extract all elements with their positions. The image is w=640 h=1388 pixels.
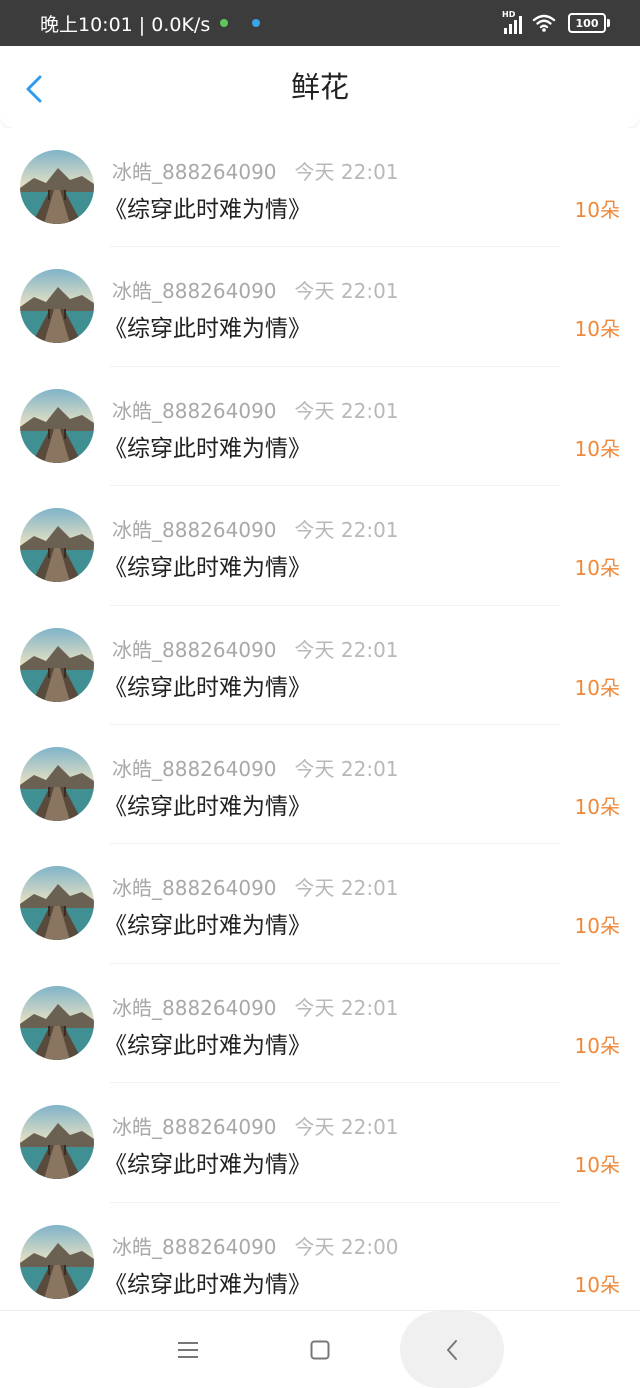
status-right: HD 100 [502,0,610,46]
username: 冰皓_888264090 [112,518,277,543]
signal-icon: HD [502,10,522,34]
book-title: 《综穿此时难为情》 [104,793,311,820]
item-meta: 冰皓_888264090 今天 22:01 [112,395,399,424]
book-title: 《综穿此时难为情》 [104,555,311,582]
username: 冰皓_888264090 [112,995,277,1020]
status-left: 晚上10:01 | 0.0K/s [40,0,261,46]
timestamp: 今天 22:01 [294,637,399,662]
avatar[interactable] [20,388,94,463]
timestamp: 今天 22:01 [294,995,399,1020]
page-title: 鲜花 [290,70,349,104]
book-title: 《综穿此时难为情》 [104,674,311,701]
flower-count: 10朵 [574,317,620,342]
list-item[interactable]: 冰皓_888264090 今天 22:01 《综穿此时难为情》 10朵 [0,844,640,964]
back-chevron-icon [447,1339,457,1360]
timestamp: 今天 22:01 [294,398,399,423]
item-meta: 冰皓_888264090 今天 22:01 [112,1111,399,1140]
item-meta: 冰皓_888264090 今天 22:01 [112,753,399,782]
list-item[interactable]: 冰皓_888264090 今天 22:01 《综穿此时难为情》 10朵 [0,486,640,606]
book-title: 《综穿此时难为情》 [104,1152,311,1179]
timestamp: 今天 22:01 [294,756,399,781]
flower-count: 10朵 [574,436,620,461]
flower-count: 10朵 [574,914,620,939]
avatar[interactable] [20,508,94,583]
timestamp: 今天 22:01 [294,1115,399,1140]
item-meta: 冰皓_888264090 今天 22:00 [112,1231,399,1260]
timestamp: 今天 22:01 [294,518,399,543]
list-item[interactable]: 冰皓_888264090 今天 22:01 《综穿此时难为情》 10朵 [0,1083,640,1203]
system-nav-bar [0,1310,640,1388]
list-item[interactable]: 冰皓_888264090 今天 22:00 《综穿此时难为情》 10朵 [0,1202,640,1322]
username: 冰皓_888264090 [112,1115,277,1140]
timestamp: 今天 22:01 [294,279,399,304]
battery-icon: 100 [568,13,610,33]
book-title: 《综穿此时难为情》 [104,435,311,462]
username: 冰皓_888264090 [112,398,277,423]
blue-dot-icon [252,19,261,27]
menu-icon [178,1341,198,1358]
avatar[interactable] [20,269,94,344]
header-bar: 鲜花 [0,46,640,129]
item-meta: 冰皓_888264090 今天 22:01 [112,992,399,1021]
list-item[interactable]: 冰皓_888264090 今天 22:01 《综穿此时难为情》 10朵 [0,366,640,487]
list-item[interactable]: 冰皓_888264090 今天 22:01 《综穿此时难为情》 10朵 [0,128,640,248]
item-meta: 冰皓_888264090 今天 22:01 [112,514,399,543]
item-meta: 冰皓_888264090 今天 22:01 [112,156,399,185]
list-item[interactable]: 冰皓_888264090 今天 22:01 《综穿此时难为情》 10朵 [0,963,640,1084]
username: 冰皓_888264090 [112,876,277,901]
username: 冰皓_888264090 [112,756,277,781]
timestamp: 今天 22:00 [294,1234,399,1259]
book-title: 《综穿此时难为情》 [104,197,311,223]
avatar[interactable] [20,1224,94,1299]
item-meta: 冰皓_888264090 今天 22:01 [112,275,399,304]
book-title: 《综穿此时难为情》 [104,316,311,343]
timestamp: 今天 22:01 [294,160,399,184]
flower-count: 10朵 [574,1033,620,1058]
wifi-icon [532,14,556,32]
flower-count: 10朵 [574,1272,620,1297]
hd-label: HD [502,10,516,19]
status-time-speed: 晚上10:01 | 0.0K/s [40,13,211,36]
book-title: 《综穿此时难为情》 [104,1271,311,1298]
flower-list: 冰皓_888264090 今天 22:01 《综穿此时难为情》 10朵 冰皓_88… [0,128,640,1322]
username: 冰皓_888264090 [112,160,277,184]
home-square-icon [310,1340,330,1359]
list-item[interactable]: 冰皓_888264090 今天 22:01 《综穿此时难为情》 10朵 [0,247,640,367]
home-button[interactable] [300,1311,340,1388]
book-title: 《综穿此时难为情》 [104,913,311,940]
username: 冰皓_888264090 [112,279,277,304]
username: 冰皓_888264090 [112,1234,277,1259]
book-title: 《综穿此时难为情》 [104,1032,311,1059]
avatar[interactable] [20,985,94,1060]
timestamp: 今天 22:01 [294,876,399,901]
flower-count: 10朵 [574,556,620,581]
flower-count: 10朵 [574,675,620,700]
avatar[interactable] [20,627,94,702]
item-meta: 冰皓_888264090 今天 22:01 [112,634,399,663]
list-item[interactable]: 冰皓_888264090 今天 22:01 《综穿此时难为情》 10朵 [0,605,640,725]
item-meta: 冰皓_888264090 今天 22:01 [112,872,399,901]
avatar[interactable] [20,866,94,941]
status-bar: 晚上10:01 | 0.0K/s HD 100 [0,0,640,46]
avatar[interactable] [20,150,94,224]
list-item[interactable]: 冰皓_888264090 今天 22:01 《综穿此时难为情》 10朵 [0,724,640,845]
username: 冰皓_888264090 [112,637,277,662]
green-dot-icon [220,19,229,27]
battery-level: 100 [575,16,599,30]
avatar[interactable] [20,1105,94,1180]
menu-button[interactable] [168,1311,208,1388]
flower-count: 10朵 [574,198,620,222]
flower-count: 10朵 [574,794,620,819]
flower-count: 10朵 [574,1153,620,1178]
back-button[interactable] [432,1311,472,1388]
avatar[interactable] [20,746,94,821]
